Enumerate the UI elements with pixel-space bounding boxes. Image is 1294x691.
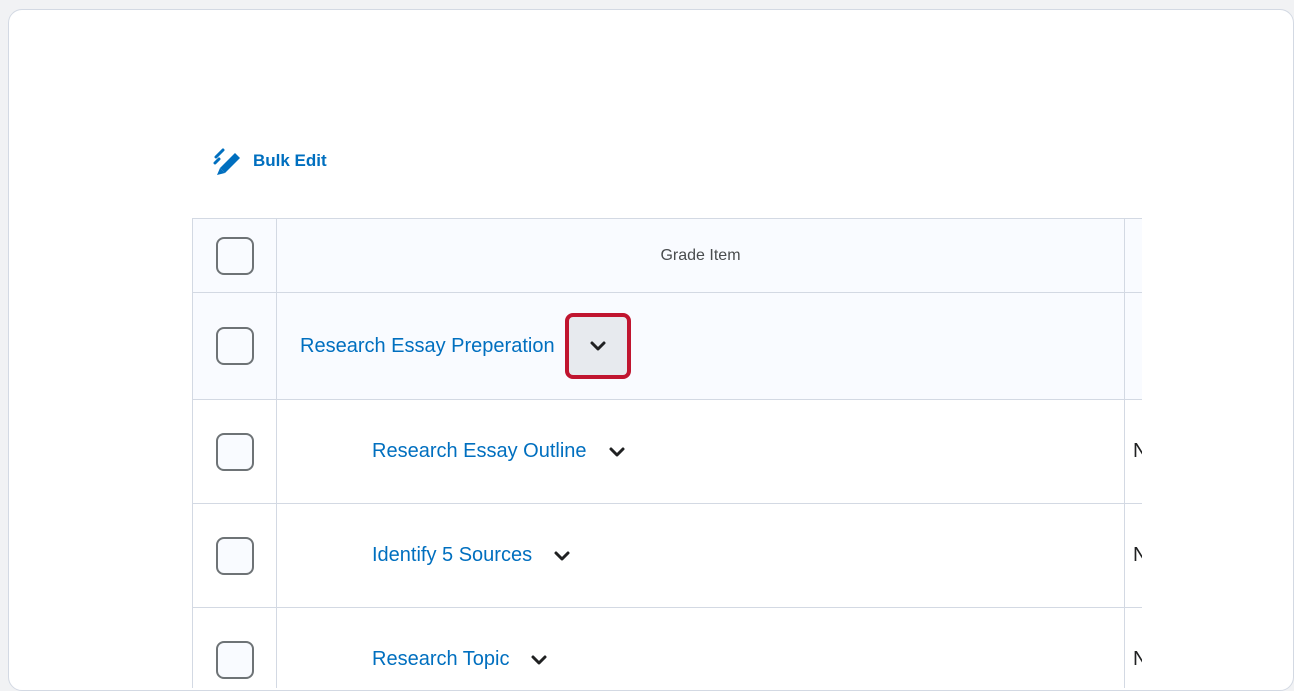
grade-items-table: Grade Item Research Essay Preperation Re… xyxy=(192,218,1142,688)
chevron-down-icon xyxy=(609,447,625,456)
column-header-grade-item: Grade Item xyxy=(276,218,1125,293)
grade-item-type: Nu xyxy=(1125,648,1142,670)
select-all-checkbox[interactable] xyxy=(215,236,254,275)
grade-item-name-cell: Research Essay Preperation xyxy=(276,292,1125,400)
grades-panel: Bulk Edit Grade Item Research Essay Prep… xyxy=(8,9,1294,691)
row-checkbox-cell xyxy=(192,607,277,688)
row-checkbox-cell xyxy=(192,399,277,504)
row-checkbox[interactable] xyxy=(215,327,254,365)
actions-menu-button[interactable] xyxy=(546,540,578,572)
grade-item-type-cell: Nu xyxy=(1124,607,1142,688)
grade-item-type: Nu xyxy=(1125,440,1142,462)
column-header-type xyxy=(1124,218,1142,293)
actions-menu-button[interactable] xyxy=(523,644,555,676)
select-all-cell xyxy=(192,218,277,293)
bulk-edit-button[interactable]: Bulk Edit xyxy=(213,147,327,175)
row-checkbox[interactable] xyxy=(215,432,254,471)
row-checkbox[interactable] xyxy=(215,536,254,575)
chevron-down-icon xyxy=(590,341,606,351)
grade-item-type-cell: Nu xyxy=(1124,399,1142,504)
table-row: Research Essay Outline Nu xyxy=(192,399,1142,504)
grade-item-link[interactable]: Identify 5 Sources xyxy=(372,544,532,567)
table-header-row: Grade Item xyxy=(192,218,1142,293)
table-row: Research Essay Preperation xyxy=(192,292,1142,400)
grade-item-name-cell: Research Topic xyxy=(276,607,1125,688)
row-checkbox-cell xyxy=(192,292,277,400)
pencil-icon xyxy=(213,147,245,175)
row-checkbox-cell xyxy=(192,503,277,608)
actions-menu-button[interactable] xyxy=(564,313,631,379)
grade-item-type-cell xyxy=(1124,292,1142,400)
grade-item-type-cell: Nu xyxy=(1124,503,1142,608)
grade-item-name-cell: Research Essay Outline xyxy=(276,399,1125,504)
grade-item-link[interactable]: Research Essay Preperation xyxy=(300,335,555,358)
actions-menu-button[interactable] xyxy=(601,436,633,468)
grade-items-table-wrapper: Grade Item Research Essay Preperation Re… xyxy=(192,218,1142,688)
grade-item-link[interactable]: Research Essay Outline xyxy=(372,440,587,463)
chevron-down-icon xyxy=(554,551,570,560)
row-checkbox[interactable] xyxy=(215,640,254,679)
grade-item-type xyxy=(1125,335,1133,357)
grade-item-link[interactable]: Research Topic xyxy=(372,648,509,671)
table-row: Identify 5 Sources Nu xyxy=(192,503,1142,608)
grade-item-type: Nu xyxy=(1125,544,1142,566)
grade-item-name-cell: Identify 5 Sources xyxy=(276,503,1125,608)
chevron-down-icon xyxy=(531,655,547,664)
table-row: Research Topic Nu xyxy=(192,607,1142,688)
bulk-edit-label: Bulk Edit xyxy=(253,151,327,170)
